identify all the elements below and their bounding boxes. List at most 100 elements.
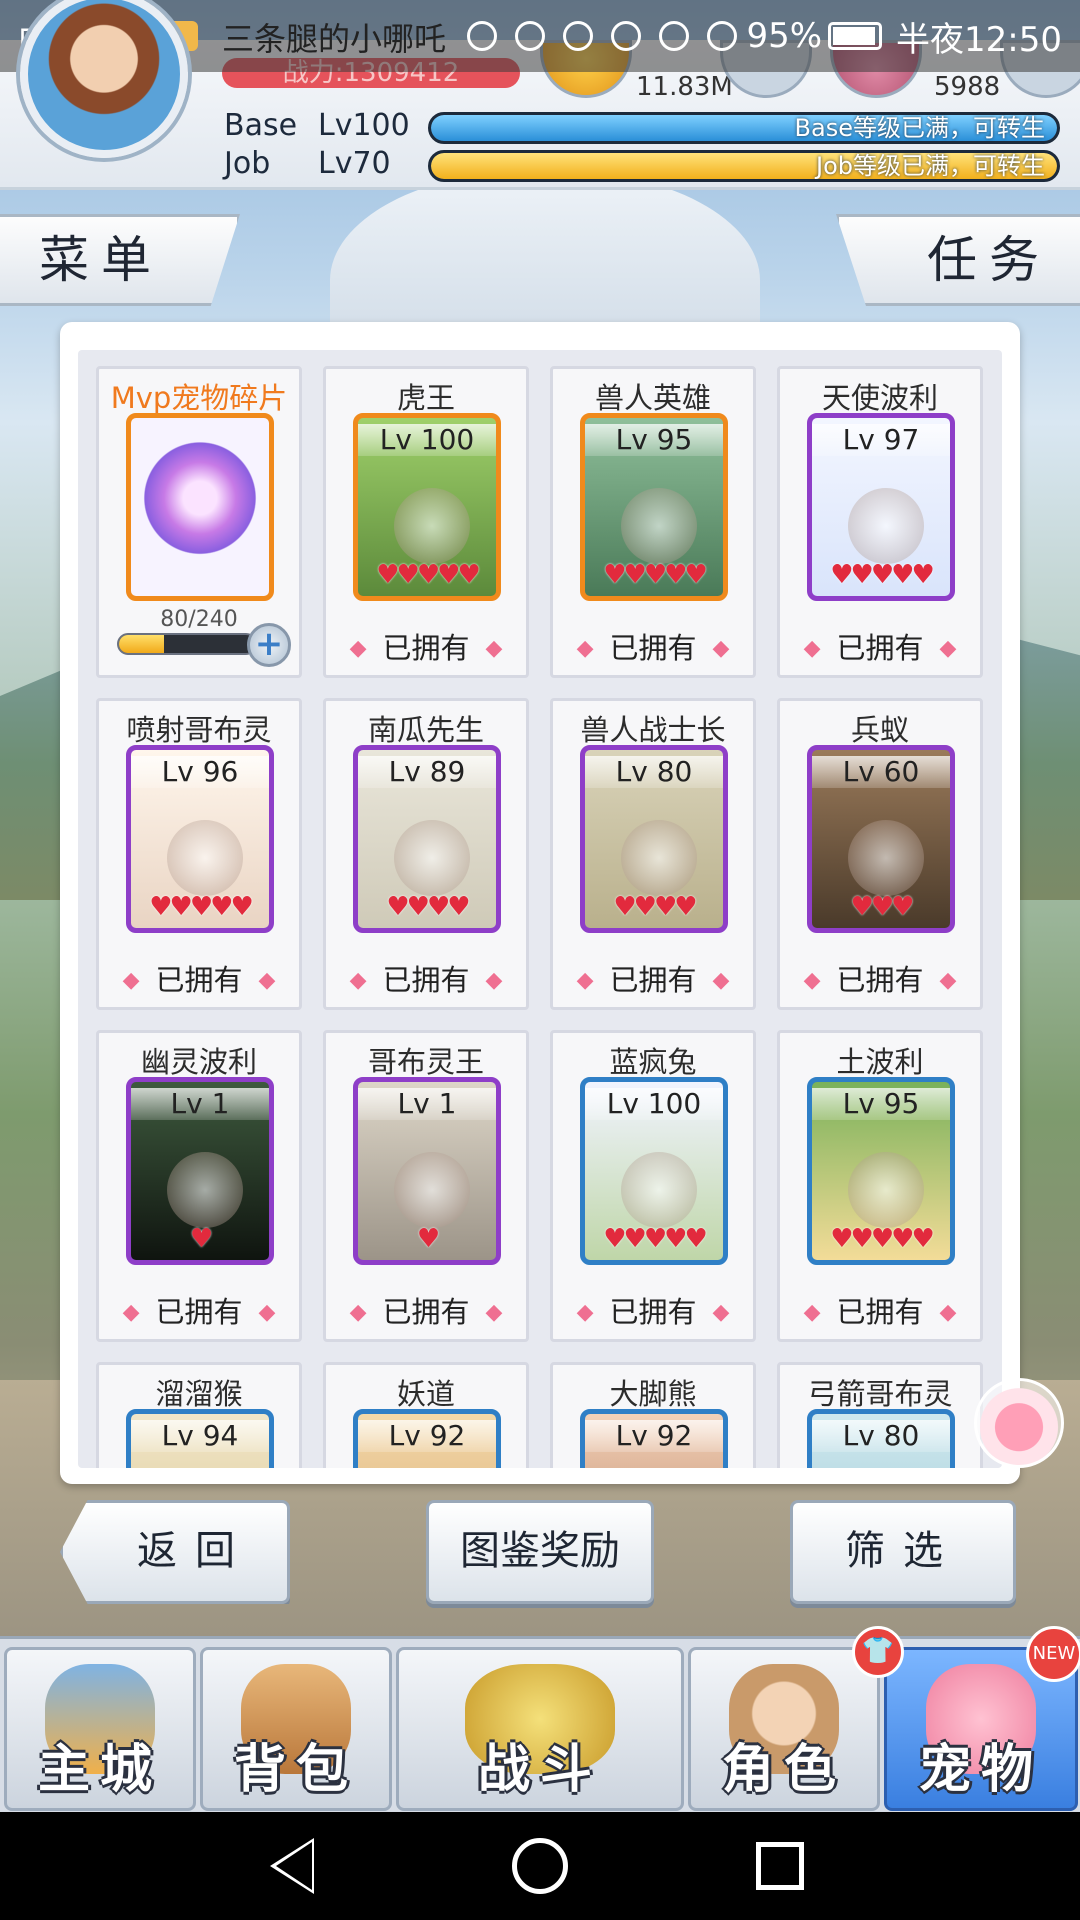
pet-name: 蓝疯兔 <box>609 1045 697 1079</box>
diamond-icon: ◆ <box>258 1300 276 1325</box>
pet-portrait: Lv 92 <box>580 1409 728 1468</box>
pet-level: Lv 100 <box>358 424 496 456</box>
pet-star-hearts: ♥♥♥♥♥ <box>830 1224 935 1254</box>
pet-grid: Mvp宠物碎片 80/240 + 虎王 Lv 100 ♥♥♥♥♥ ◆ 已拥有 ◆ 兽人英雄 L… <box>96 366 983 1468</box>
pet-grid-scroll[interactable]: Mvp宠物碎片 80/240 + 虎王 Lv 100 ♥♥♥♥♥ ◆ 已拥有 ◆ 兽人英雄 L… <box>78 350 1002 1468</box>
diamond-icon: ◆ <box>122 1300 140 1325</box>
owned-status: ◆ 已拥有 ◆ <box>326 625 526 667</box>
pet-portrait: Lv 80 ♥♥♥♥ <box>580 745 728 933</box>
pet-star-hearts: ♥♥♥♥ <box>386 892 470 922</box>
menu-tab[interactable]: 菜单 <box>0 214 240 306</box>
pet-card[interactable]: 兽人战士长 Lv 80 ♥♥♥♥ ◆ 已拥有 ◆ <box>550 698 756 1010</box>
pet-illustration <box>848 1152 924 1228</box>
diamond-icon: ◆ <box>803 636 821 661</box>
diamond-icon: ◆ <box>803 968 821 993</box>
owned-status: ◆ 已拥有 ◆ <box>553 957 753 999</box>
pet-card[interactable]: 喷射哥布灵 Lv 96 ♥♥♥♥♥ ◆ 已拥有 ◆ <box>96 698 302 1010</box>
diamond-icon: ◆ <box>939 636 957 661</box>
owned-status: ◆ 已拥有 ◆ <box>326 1289 526 1331</box>
pet-card[interactable]: 大脚熊Lv 92◆已拥有◆ <box>550 1362 756 1468</box>
back-button[interactable]: 返回 <box>60 1500 290 1604</box>
pet-level: Lv 60 <box>812 756 950 788</box>
pet-card[interactable]: 兵蚁 Lv 60 ♥♥♥ ◆ 已拥有 ◆ <box>777 698 983 1010</box>
pet-level: Lv 80 <box>812 1420 950 1452</box>
pet-portrait: Lv 95 ♥♥♥♥♥ <box>580 413 728 601</box>
pet-card[interactable]: 溜溜猴Lv 94◆已拥有◆ <box>96 1362 302 1468</box>
pet-level: Lv 95 <box>585 424 723 456</box>
pet-portrait: Lv 92 <box>353 1409 501 1468</box>
diamond-icon: ◆ <box>485 968 503 993</box>
pet-illustration <box>848 820 924 896</box>
pet-star-hearts: ♥♥♥♥♥ <box>149 892 254 922</box>
nav-battle-label: 战斗 <box>477 1740 602 1800</box>
owned-label: 已拥有 <box>836 631 924 665</box>
atlas-reward-button[interactable]: 图鉴奖励 <box>426 1500 654 1604</box>
nav-main-city[interactable]: 主城 <box>4 1647 196 1811</box>
pet-card[interactable]: 虎王 Lv 100 ♥♥♥♥♥ ◆ 已拥有 ◆ <box>323 366 529 678</box>
pet-portrait: Lv 97 ♥♥♥♥♥ <box>807 413 955 601</box>
system-home-icon[interactable] <box>512 1838 568 1894</box>
mvp-fragment-card[interactable]: Mvp宠物碎片 80/240 + <box>96 366 302 678</box>
owned-status: ◆ 已拥有 ◆ <box>553 1289 753 1331</box>
pet-portrait: Lv 94 <box>126 1409 274 1468</box>
pet-card[interactable]: 哥布灵王 Lv 1 ♥ ◆ 已拥有 ◆ <box>323 1030 529 1342</box>
add-fragment-button[interactable]: + <box>247 623 291 667</box>
eye-icon <box>611 21 642 51</box>
pet-star-hearts: ♥♥♥♥♥ <box>830 560 935 590</box>
diamond-icon: ◆ <box>258 968 276 993</box>
owned-label: 已拥有 <box>836 963 924 997</box>
pet-name: 溜溜猴 <box>155 1377 243 1411</box>
pet-illustration <box>167 820 243 896</box>
pet-card[interactable]: 兽人英雄 Lv 95 ♥♥♥♥♥ ◆ 已拥有 ◆ <box>550 366 756 678</box>
pet-collection-panel: Mvp宠物碎片 80/240 + 虎王 Lv 100 ♥♥♥♥♥ ◆ 已拥有 ◆ 兽人英雄 L… <box>60 322 1020 1484</box>
pet-level: Lv 94 <box>131 1420 269 1452</box>
filter-button[interactable]: 筛选 <box>790 1500 1016 1604</box>
pet-name: 土波利 <box>836 1045 924 1079</box>
nav-bag[interactable]: 背包 <box>200 1647 392 1811</box>
pet-illustration <box>394 820 470 896</box>
pet-level: Lv 92 <box>585 1420 723 1452</box>
diamond-icon: ◆ <box>803 1300 821 1325</box>
pet-card[interactable]: 南瓜先生 Lv 89 ♥♥♥♥ ◆ 已拥有 ◆ <box>323 698 529 1010</box>
owned-status: ◆ 已拥有 ◆ <box>99 1289 299 1331</box>
nav-role[interactable]: 角色 <box>688 1647 880 1811</box>
pet-star-hearts: ♥♥♥♥♥ <box>603 1224 708 1254</box>
floating-poring-icon[interactable] <box>974 1378 1064 1468</box>
pet-star-hearts: ♥ <box>416 1224 440 1254</box>
pet-portrait: Lv 60 ♥♥♥ <box>807 745 955 933</box>
owned-status: ◆ 已拥有 ◆ <box>326 957 526 999</box>
pet-level: Lv 100 <box>585 1088 723 1120</box>
clock: 半夜12:50 <box>896 19 1062 60</box>
nav-pet-label: 宠物 <box>918 1740 1043 1800</box>
pet-card[interactable]: 天使波利 Lv 97 ♥♥♥♥♥ ◆ 已拥有 ◆ <box>777 366 983 678</box>
pet-card[interactable]: 妖道Lv 92◆已拥有◆ <box>323 1362 529 1468</box>
owned-label: 已拥有 <box>382 963 470 997</box>
owned-status: ◆ 已拥有 ◆ <box>553 625 753 667</box>
system-back-icon[interactable] <box>270 1838 314 1894</box>
job-level-label: Job <box>224 146 271 181</box>
pet-name: 兵蚁 <box>850 713 909 747</box>
pet-card[interactable]: 幽灵波利 Lv 1 ♥ ◆ 已拥有 ◆ <box>96 1030 302 1342</box>
pet-card[interactable]: 蓝疯兔 Lv 100 ♥♥♥♥♥ ◆ 已拥有 ◆ <box>550 1030 756 1342</box>
pet-name: 大脚熊 <box>609 1377 697 1411</box>
system-recents-icon[interactable] <box>756 1842 804 1890</box>
diamond-icon: ◆ <box>576 636 594 661</box>
battery-percent: 95% <box>746 16 823 56</box>
headset-icon <box>467 21 498 51</box>
pet-card[interactable]: 弓箭哥布灵Lv 80◆已拥有◆ <box>777 1362 983 1468</box>
pet-portrait: Lv 1 ♥ <box>126 1077 274 1265</box>
nav-battle[interactable]: 战斗 <box>396 1647 684 1811</box>
diamond-icon: ◆ <box>712 1300 730 1325</box>
task-tab[interactable]: 任务 <box>836 214 1080 306</box>
pet-card[interactable]: 土波利 Lv 95 ♥♥♥♥♥ ◆ 已拥有 ◆ <box>777 1030 983 1342</box>
signal-icon <box>707 21 738 51</box>
pet-portrait: Lv 100 ♥♥♥♥♥ <box>353 413 501 601</box>
mvp-fragment-fill <box>119 635 165 653</box>
pet-name: 哥布灵王 <box>367 1045 484 1079</box>
pet-star-hearts: ♥♥♥♥♥ <box>376 560 481 590</box>
owned-status: ◆ 已拥有 ◆ <box>780 1289 980 1331</box>
player-name: 三条腿的小哪吒 <box>222 20 447 58</box>
nav-city-label: 主城 <box>37 1740 162 1800</box>
back-label: 返回 <box>137 1528 253 1574</box>
mvp-orb-icon <box>126 413 274 601</box>
